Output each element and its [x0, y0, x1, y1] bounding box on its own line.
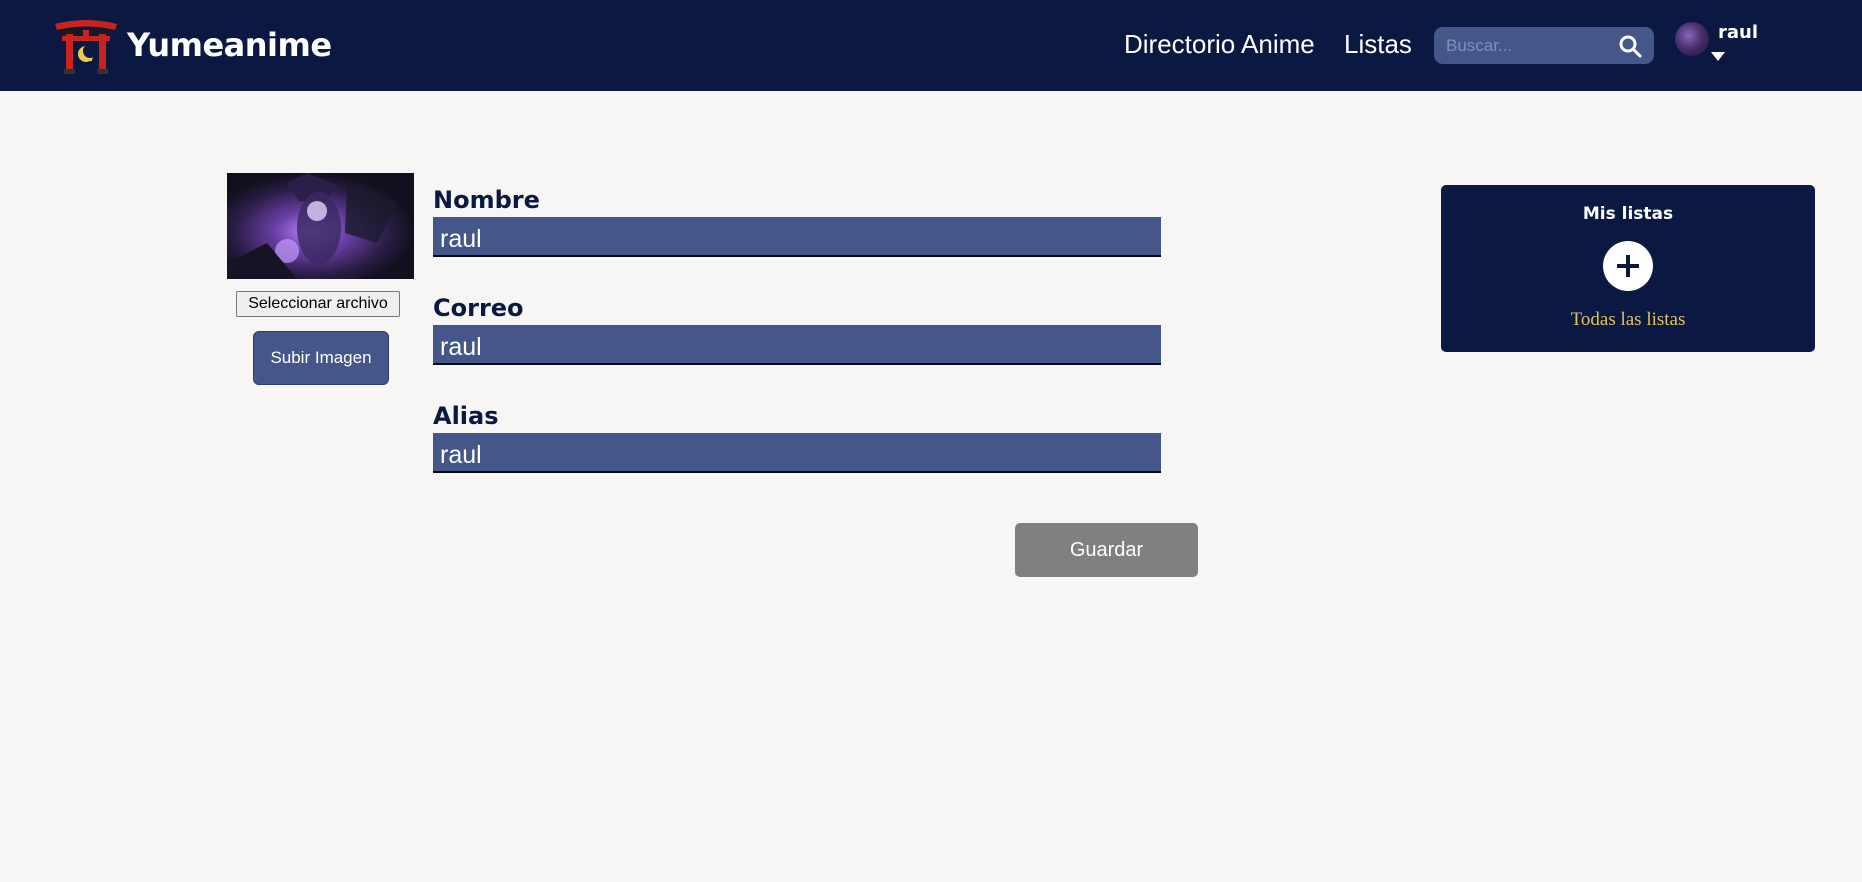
name-label: Nombre: [433, 186, 540, 214]
upload-image-button[interactable]: Subir Imagen: [253, 331, 389, 385]
email-field[interactable]: [433, 325, 1161, 365]
search-icon[interactable]: [1618, 34, 1642, 58]
user-avatar[interactable]: [1675, 22, 1709, 56]
plus-icon: [1617, 255, 1639, 277]
brand-name: Yumeanime: [127, 26, 332, 64]
search-input[interactable]: [1446, 33, 1606, 59]
all-lists-link[interactable]: Todas las listas: [1441, 309, 1815, 331]
user-name[interactable]: raul: [1718, 22, 1758, 43]
torii-gate-icon: [55, 20, 117, 74]
profile-image-art: [227, 173, 414, 279]
search-box: [1434, 27, 1654, 64]
caret-down-icon[interactable]: [1711, 52, 1725, 61]
brand-logo[interactable]: Yumeanime: [53, 16, 332, 74]
name-field[interactable]: [433, 217, 1161, 257]
add-list-button[interactable]: [1603, 241, 1653, 291]
nav-link-directorio[interactable]: Directorio Anime: [1124, 29, 1315, 60]
navbar: Yumeanime Directorio Anime Listas raul: [0, 0, 1862, 91]
my-lists-panel: Mis listas Todas las listas: [1441, 185, 1815, 352]
alias-label: Alias: [433, 402, 499, 430]
profile-image: [227, 173, 414, 279]
email-label: Correo: [433, 294, 524, 322]
nav-link-listas[interactable]: Listas: [1344, 29, 1412, 60]
save-button[interactable]: Guardar: [1015, 523, 1198, 577]
alias-field[interactable]: [433, 433, 1161, 473]
choose-file-button[interactable]: Seleccionar archivo: [236, 291, 400, 317]
my-lists-title: Mis listas: [1582, 204, 1674, 224]
